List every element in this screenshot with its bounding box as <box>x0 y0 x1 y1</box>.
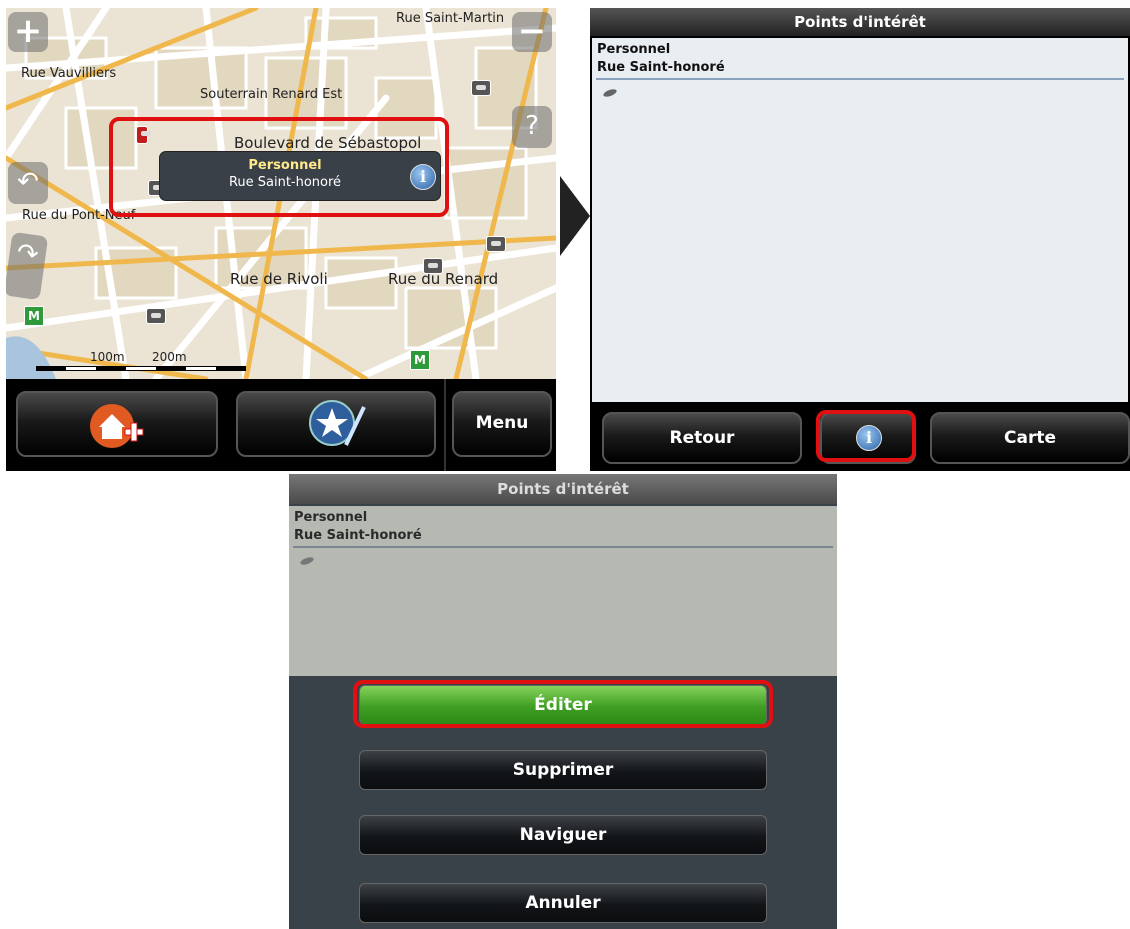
rotate-left-icon[interactable]: ↶ <box>8 162 48 204</box>
poi-action-menu: Points d'intérêt Personnel Rue Saint-hon… <box>289 474 837 929</box>
highlight-frame <box>816 410 916 462</box>
list-item-title: Personnel <box>294 510 368 525</box>
page-title: Points d'intérêt <box>590 8 1130 36</box>
menu-button[interactable]: Menu <box>452 391 552 457</box>
divider <box>293 546 833 548</box>
scale-bar <box>36 366 246 371</box>
street-label-saint-martin: Rue Saint-Martin <box>396 11 505 26</box>
divider <box>596 78 1124 80</box>
map-layer-icon[interactable]: ? <box>512 106 552 148</box>
scale-label-200m: 200m <box>152 350 187 364</box>
phone-poi-icon[interactable] <box>486 236 506 252</box>
feather-icon <box>300 557 314 565</box>
list-item-title[interactable]: Personnel <box>597 42 670 57</box>
highlight-frame <box>109 117 449 217</box>
phone-poi-icon[interactable] <box>146 308 166 324</box>
zoom-out-button[interactable]: − <box>512 12 552 52</box>
highlight-frame <box>353 680 773 728</box>
favorite-edit-icon <box>309 400 366 446</box>
navigate-button[interactable]: Naviguer <box>359 815 767 855</box>
add-home-button[interactable] <box>16 391 218 457</box>
poi-list: Personnel Rue Saint-honoré <box>289 506 837 676</box>
delete-button[interactable]: Supprimer <box>359 750 767 790</box>
home-add-icon <box>90 404 144 448</box>
map-button[interactable]: Carte <box>930 412 1130 464</box>
feather-icon <box>603 89 617 97</box>
metro-icon[interactable]: M <box>24 306 44 326</box>
map-toolbar: Menu <box>6 379 556 471</box>
street-label-souterrain: Souterrain Renard Est <box>200 87 343 102</box>
map-panel[interactable]: Rue Saint-Martin Rue Vauvilliers Souterr… <box>6 8 556 471</box>
favorites-button[interactable] <box>236 391 436 457</box>
cancel-button[interactable]: Annuler <box>359 883 767 923</box>
arrow-right-icon <box>560 176 590 256</box>
list-item-address: Rue Saint-honoré <box>294 528 422 543</box>
poi-list-panel: Points d'intérêt Personnel Rue Saint-hon… <box>590 8 1130 471</box>
zoom-in-button[interactable]: + <box>8 12 48 52</box>
metro-icon[interactable]: M <box>410 350 430 370</box>
street-label-renard: Rue du Renard <box>388 270 499 288</box>
phone-poi-icon[interactable] <box>471 80 491 96</box>
street-label-rivoli: Rue de Rivoli <box>230 270 328 288</box>
page-title: Points d'intérêt <box>289 474 837 504</box>
street-label-vauvilliers: Rue Vauvilliers <box>21 66 117 81</box>
phone-poi-icon[interactable] <box>423 258 443 274</box>
back-button[interactable]: Retour <box>602 412 802 464</box>
list-item-address[interactable]: Rue Saint-honoré <box>597 60 725 75</box>
poi-list[interactable]: Personnel Rue Saint-honoré <box>592 38 1128 402</box>
scale-label-100m: 100m <box>90 350 125 364</box>
